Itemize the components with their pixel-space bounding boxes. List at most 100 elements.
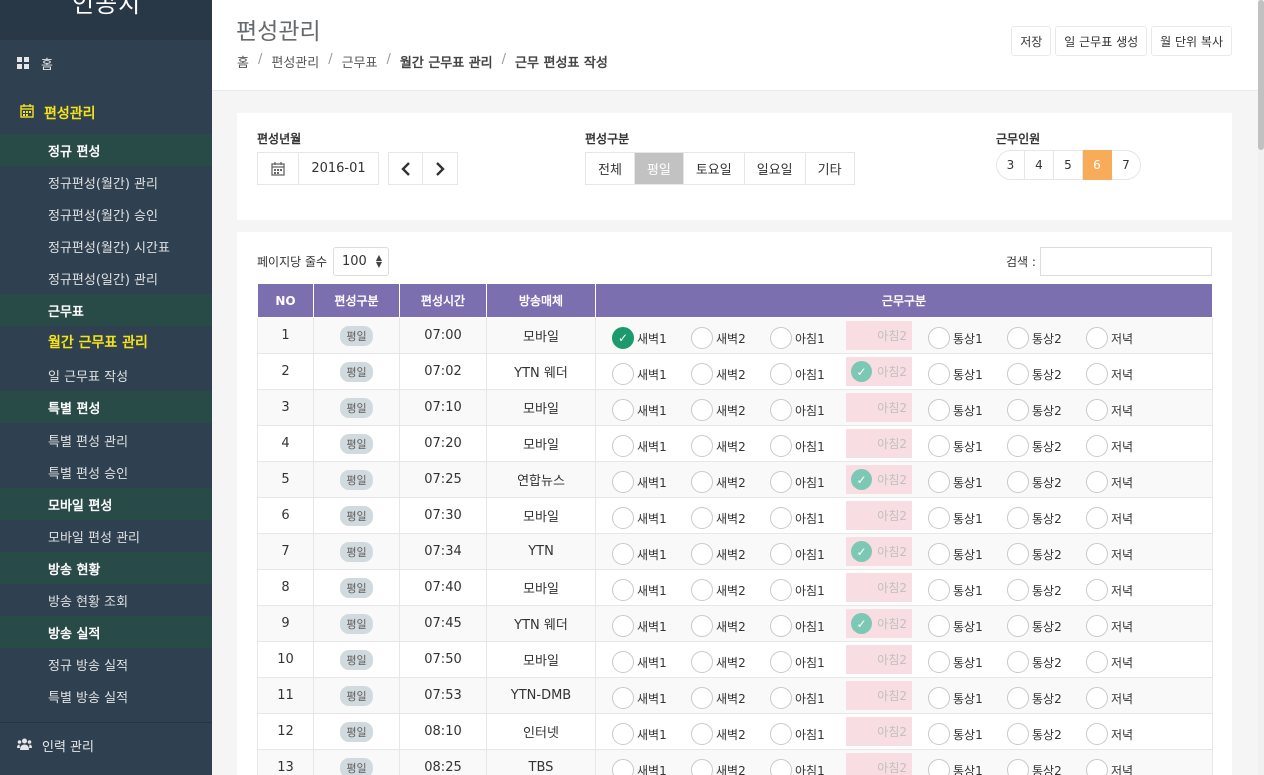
radio-circle[interactable] (691, 471, 713, 493)
shift-option[interactable]: 새벽2 (691, 327, 746, 349)
shift-option[interactable]: 아침1 (770, 327, 825, 349)
table-row[interactable]: 12 평일 08:10 인터넷 새벽1 새벽2 아침1 아침2 통상1 통상2 저녁 (257, 713, 1213, 750)
table-row[interactable]: 6 평일 07:30 모바일 새벽1 새벽2 아침1 아침2 통상1 통상2 저녁 (257, 497, 1213, 534)
radio-circle[interactable] (612, 399, 634, 421)
shift-option[interactable]: 아침1 (770, 723, 825, 745)
breadcrumb-item[interactable]: 편성관리 (271, 52, 319, 71)
radio-circle[interactable] (1086, 471, 1108, 493)
radio-circle[interactable] (612, 363, 634, 385)
radio-circle[interactable] (691, 363, 713, 385)
shift-option[interactable]: 아침1 (770, 579, 825, 601)
staff-count-option[interactable]: 5 (1054, 150, 1083, 180)
table-row[interactable]: 4 평일 07:20 모바일 새벽1 새벽2 아침1 아침2 통상1 통상2 저녁 (257, 425, 1213, 462)
radio-circle[interactable] (1086, 543, 1108, 565)
table-row[interactable]: 10 평일 07:50 모바일 새벽1 새벽2 아침1 아침2 통상1 통상2 저녁 (257, 641, 1213, 678)
shift-option-disabled[interactable]: 아침2 (846, 429, 912, 458)
radio-circle[interactable] (770, 399, 792, 421)
shift-option[interactable]: 아침1 (770, 651, 825, 673)
prev-month-button[interactable] (388, 152, 423, 185)
shift-option[interactable]: 새벽1 (612, 687, 667, 709)
radio-circle[interactable] (770, 471, 792, 493)
page-size-select[interactable]: 100 ▲ ▼ (333, 247, 389, 276)
shift-option[interactable]: 통상1 (928, 759, 983, 775)
shift-option[interactable]: 통상1 (928, 435, 983, 457)
table-row[interactable]: 13 평일 08:25 TBS 새벽1 새벽2 아침1 아침2 통상1 통상2 저녁 (257, 749, 1213, 775)
search-input[interactable] (1040, 247, 1212, 276)
radio-circle[interactable] (691, 651, 713, 673)
shift-option[interactable]: 저녁 (1086, 723, 1133, 745)
breadcrumb-item[interactable]: 월간 근무표 관리 (400, 52, 493, 71)
shift-option[interactable]: 아침1 (770, 759, 825, 775)
radio-circle[interactable] (1007, 759, 1029, 775)
radio-circle[interactable] (1007, 471, 1029, 493)
shift-option[interactable]: 새벽1 (612, 507, 667, 529)
shift-option[interactable]: 저녁 (1086, 651, 1133, 673)
radio-circle[interactable] (691, 687, 713, 709)
sidebar-item[interactable]: 월간 근무표 관리 (0, 326, 212, 358)
table-row[interactable]: 3 평일 07:10 모바일 새벽1 새벽2 아침1 아침2 통상1 통상2 저녁 (257, 389, 1213, 426)
shift-option[interactable]: 통상2 (1007, 579, 1062, 601)
shift-option[interactable]: 저녁 (1086, 579, 1133, 601)
shift-option[interactable]: 통상2 (1007, 651, 1062, 673)
radio-circle[interactable] (928, 435, 950, 457)
sidebar-item[interactable]: 모바일 편성 관리 (0, 520, 212, 552)
sidebar-item[interactable]: 정규편성(월간) 승인 (0, 198, 212, 230)
radio-circle[interactable] (691, 399, 713, 421)
column-header-time[interactable]: 편성시간 (399, 283, 487, 318)
radio-circle[interactable] (928, 543, 950, 565)
staff-count-option[interactable]: 6 (1083, 150, 1112, 180)
shift-option[interactable]: 새벽2 (691, 435, 746, 457)
shift-option[interactable]: 저녁 (1086, 615, 1133, 637)
shift-option[interactable]: 새벽2 (691, 543, 746, 565)
shift-option-disabled[interactable]: 아침2 (846, 753, 912, 775)
radio-circle[interactable] (612, 435, 634, 457)
shift-option[interactable]: 통상1 (928, 687, 983, 709)
radio-circle[interactable] (928, 399, 950, 421)
shift-option[interactable]: 새벽1 (612, 399, 667, 421)
radio-circle[interactable] (1086, 687, 1108, 709)
sidebar-item[interactable]: 방송 현황 조회 (0, 584, 212, 616)
shift-option-disabled[interactable]: ✓ 아침2 (846, 465, 912, 494)
radio-circle[interactable] (612, 579, 634, 601)
shift-option[interactable]: 새벽2 (691, 507, 746, 529)
shift-option[interactable]: 아침1 (770, 615, 825, 637)
sidebar-item[interactable]: 정규편성(일간) 관리 (0, 262, 212, 294)
sidebar-group[interactable]: 모바일 편성 (0, 488, 212, 520)
shift-option[interactable]: 통상2 (1007, 615, 1062, 637)
radio-circle[interactable] (770, 759, 792, 775)
radio-circle[interactable] (691, 543, 713, 565)
shift-option[interactable]: 통상1 (928, 651, 983, 673)
radio-circle[interactable] (1007, 651, 1029, 673)
sidebar-item[interactable]: 정규편성(월간) 시간표 (0, 230, 212, 262)
radio-circle[interactable] (691, 723, 713, 745)
shift-option[interactable]: 통상1 (928, 363, 983, 385)
radio-circle[interactable] (928, 615, 950, 637)
shift-option[interactable]: 저녁 (1086, 435, 1133, 457)
column-header-type[interactable]: 편성구분 (313, 283, 400, 318)
shift-option[interactable]: 새벽1 (612, 723, 667, 745)
shift-option[interactable]: 새벽1 (612, 363, 667, 385)
table-row[interactable]: 2 평일 07:02 YTN 웨더 새벽1 새벽2 아침1 ✓ 아침2 통상1 통상2 저녁 (257, 353, 1213, 390)
type-option[interactable]: 일요일 (744, 152, 806, 185)
radio-circle[interactable] (770, 687, 792, 709)
type-option[interactable]: 토요일 (683, 152, 745, 185)
shift-option[interactable]: 새벽2 (691, 399, 746, 421)
shift-option[interactable]: 저녁 (1086, 759, 1133, 775)
type-option[interactable]: 전체 (585, 152, 635, 185)
month-value[interactable]: 2016-01 (299, 152, 379, 185)
staff-count-option[interactable]: 7 (1112, 150, 1141, 180)
staff-count-option[interactable]: 4 (1025, 150, 1054, 180)
shift-option[interactable]: 새벽1 (612, 651, 667, 673)
radio-circle[interactable] (1086, 327, 1108, 349)
shift-option[interactable]: 통상2 (1007, 759, 1062, 775)
shift-option[interactable]: 통상2 (1007, 327, 1062, 349)
table-row[interactable]: 9 평일 07:45 YTN 웨더 새벽1 새벽2 아침1 ✓ 아침2 통상1 통상2 저녁 (257, 605, 1213, 642)
radio-circle[interactable] (1086, 579, 1108, 601)
radio-circle[interactable] (770, 363, 792, 385)
shift-option[interactable]: 통상2 (1007, 723, 1062, 745)
radio-circle[interactable] (1086, 723, 1108, 745)
shift-option[interactable]: 아침1 (770, 687, 825, 709)
menu-main[interactable]: 편성관리 (0, 92, 212, 134)
radio-circle[interactable] (1007, 687, 1029, 709)
radio-circle[interactable] (1007, 579, 1029, 601)
